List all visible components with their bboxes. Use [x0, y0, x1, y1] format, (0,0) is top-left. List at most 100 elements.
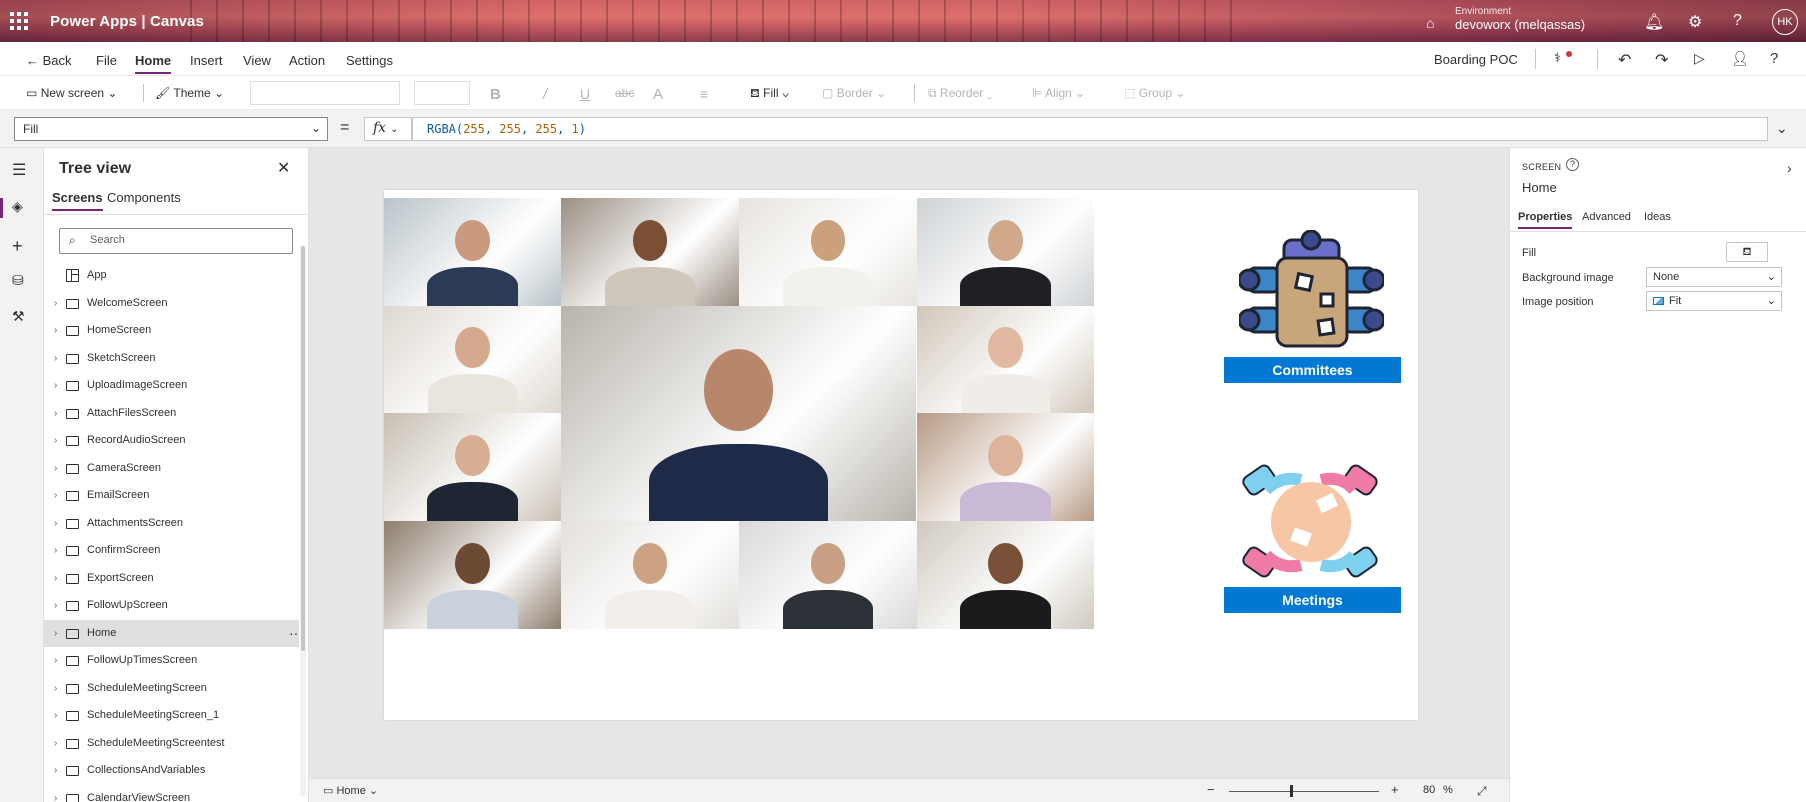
zoom-slider-track[interactable] [1229, 791, 1379, 792]
undo-icon[interactable]: ↶ [1618, 50, 1631, 70]
tree-item-screen[interactable]: › ConfirmScreen [44, 537, 299, 565]
tree-item-screen[interactable]: › RecordAudioScreen [44, 427, 299, 455]
tree-item-screen[interactable]: › HomeScreen [44, 317, 299, 345]
border-button[interactable]: ▢ Border ⌄ [822, 86, 886, 100]
formula-input[interactable]: RGBA(255, 255, 255, 1) [412, 117, 1768, 141]
align-button[interactable]: ⊫ Align ⌄ [1032, 86, 1085, 100]
expand-chevron-icon[interactable]: › [54, 290, 57, 318]
app-launcher-icon[interactable] [10, 12, 28, 30]
expand-chevron-icon[interactable]: › [54, 427, 57, 455]
expand-chevron-icon[interactable]: › [54, 675, 57, 703]
app-checker-icon[interactable]: ⚕ [1554, 50, 1572, 66]
redo-icon[interactable]: ↷ [1655, 50, 1668, 70]
fit-to-window-icon[interactable]: ⤢ [1477, 784, 1487, 799]
menu-insert[interactable]: Insert [190, 53, 223, 68]
tree-item-screen[interactable]: › ScheduleMeetingScreen [44, 675, 299, 703]
environment-picker[interactable]: Environment devoworx (melqassas) [1455, 6, 1585, 32]
background-image-select[interactable]: None ⌄ [1646, 267, 1782, 287]
collapse-panel-icon[interactable]: › [1787, 160, 1792, 176]
expand-chevron-icon[interactable]: › [54, 400, 57, 428]
help-icon[interactable]: ? [1733, 12, 1742, 30]
tab-components[interactable]: Components [107, 190, 181, 205]
tree-item-screen[interactable]: › CalendarViewScreen [44, 785, 299, 802]
user-avatar[interactable]: HK [1772, 9, 1798, 35]
data-sources-icon[interactable]: ⛁ [12, 272, 24, 289]
help-icon[interactable]: ? [1770, 50, 1778, 67]
expand-chevron-icon[interactable]: › [54, 592, 57, 620]
new-screen-button[interactable]: ▭ New screen ⌄ [26, 86, 117, 100]
text-align-icon[interactable]: ≡ [700, 86, 708, 102]
help-icon[interactable]: ? [1566, 158, 1579, 171]
property-select[interactable]: Fill ⌄ [14, 117, 328, 141]
tree-item-screen[interactable]: › Home ··· [44, 619, 303, 648]
image-position-select[interactable]: Fit ⌄ [1646, 291, 1782, 311]
settings-gear-icon[interactable]: ⚙ [1688, 12, 1702, 32]
layers-tree-view-icon[interactable]: ◈ [12, 198, 23, 215]
underline-icon[interactable]: U [580, 86, 590, 102]
tree-item-screen[interactable]: › CollectionsAndVariables [44, 757, 299, 785]
tree-item-screen[interactable]: › SketchScreen [44, 345, 299, 373]
expand-chevron-icon[interactable]: › [54, 757, 57, 785]
expand-chevron-icon[interactable]: › [54, 647, 57, 675]
tools-icon[interactable]: ⚒ [12, 308, 25, 325]
tree-item-app[interactable]: App [44, 262, 299, 290]
zoom-slider-thumb[interactable] [1290, 785, 1293, 797]
expand-chevron-icon[interactable]: › [54, 730, 57, 758]
committees-button[interactable]: Committees [1224, 357, 1401, 383]
group-button[interactable]: ⬚ Group ⌄ [1124, 86, 1185, 100]
back-button[interactable]: ← Back [26, 53, 72, 68]
close-icon[interactable]: ✕ [277, 158, 290, 178]
menu-home[interactable]: Home [135, 53, 172, 74]
expand-chevron-icon[interactable]: › [54, 372, 57, 400]
expand-chevron-icon[interactable]: › [54, 785, 57, 802]
committees-icon[interactable] [1239, 230, 1384, 355]
insert-plus-icon[interactable]: + [12, 236, 23, 257]
notifications-icon[interactable]: 🔔︎ [1644, 12, 1664, 32]
menu-view[interactable]: View [243, 53, 271, 68]
screen-selector[interactable]: ▭ Home ⌄ [323, 784, 378, 797]
font-size-select[interactable] [414, 81, 470, 105]
expand-chevron-icon[interactable]: › [54, 482, 57, 510]
tree-item-screen[interactable]: › FollowUpTimesScreen [44, 647, 299, 675]
expand-chevron-icon[interactable]: › [54, 345, 57, 373]
fill-button[interactable]: ⛾ Fill ⌄ [750, 86, 789, 102]
tree-item-screen[interactable]: › WelcomeScreen [44, 290, 299, 318]
meetings-button[interactable]: Meetings [1224, 587, 1401, 613]
expand-formula-icon[interactable]: ⌄ [1776, 120, 1788, 137]
font-color-icon[interactable]: A [653, 86, 663, 103]
bold-icon[interactable]: B [490, 86, 501, 103]
tab-properties[interactable]: Properties [1518, 211, 1573, 229]
tree-item-screen[interactable]: › ExportScreen [44, 565, 299, 593]
hamburger-menu-icon[interactable]: ☰ [12, 160, 26, 180]
app-screen-home[interactable]: Committees Meetings [384, 190, 1418, 720]
tree-item-screen[interactable]: › AttachmentsScreen [44, 510, 299, 538]
strikethrough-icon[interactable]: abc [615, 86, 634, 100]
tab-ideas[interactable]: Ideas [1644, 211, 1671, 223]
expand-chevron-icon[interactable]: › [54, 565, 57, 593]
tree-item-screen[interactable]: › FollowUpScreen [44, 592, 299, 620]
expand-chevron-icon[interactable]: › [54, 537, 57, 565]
expand-chevron-icon[interactable]: › [54, 510, 57, 538]
menu-file[interactable]: File [96, 53, 117, 68]
fill-color-picker[interactable]: ⛾ [1726, 242, 1768, 262]
preview-play-icon[interactable]: ▷ [1694, 50, 1705, 67]
tree-scrollbar[interactable] [300, 246, 306, 796]
zoom-in-icon[interactable]: + [1391, 782, 1399, 797]
tree-item-screen[interactable]: › EmailScreen [44, 482, 299, 510]
font-family-select[interactable] [250, 81, 400, 105]
zoom-out-icon[interactable]: − [1207, 782, 1215, 797]
tree-item-screen[interactable]: › CameraScreen [44, 455, 299, 483]
tree-item-screen[interactable]: › AttachFilesScreen [44, 400, 299, 428]
expand-chevron-icon[interactable]: › [54, 317, 57, 345]
tree-item-screen[interactable]: › ScheduleMeetingScreentest [44, 730, 299, 758]
reorder-button[interactable]: ⧉ Reorder ⌄ [928, 86, 992, 101]
fx-button[interactable]: fx ⌄ [364, 117, 412, 141]
expand-chevron-icon[interactable]: › [54, 620, 57, 648]
environment-icon[interactable]: ⌂ [1426, 15, 1434, 31]
tab-advanced[interactable]: Advanced [1582, 211, 1631, 223]
share-icon[interactable]: 👤︎ [1731, 50, 1749, 67]
expand-chevron-icon[interactable]: › [54, 702, 57, 730]
tree-item-screen[interactable]: › ScheduleMeetingScreen_1 [44, 702, 299, 730]
tree-item-screen[interactable]: › UploadImageScreen [44, 372, 299, 400]
expand-chevron-icon[interactable]: › [54, 455, 57, 483]
